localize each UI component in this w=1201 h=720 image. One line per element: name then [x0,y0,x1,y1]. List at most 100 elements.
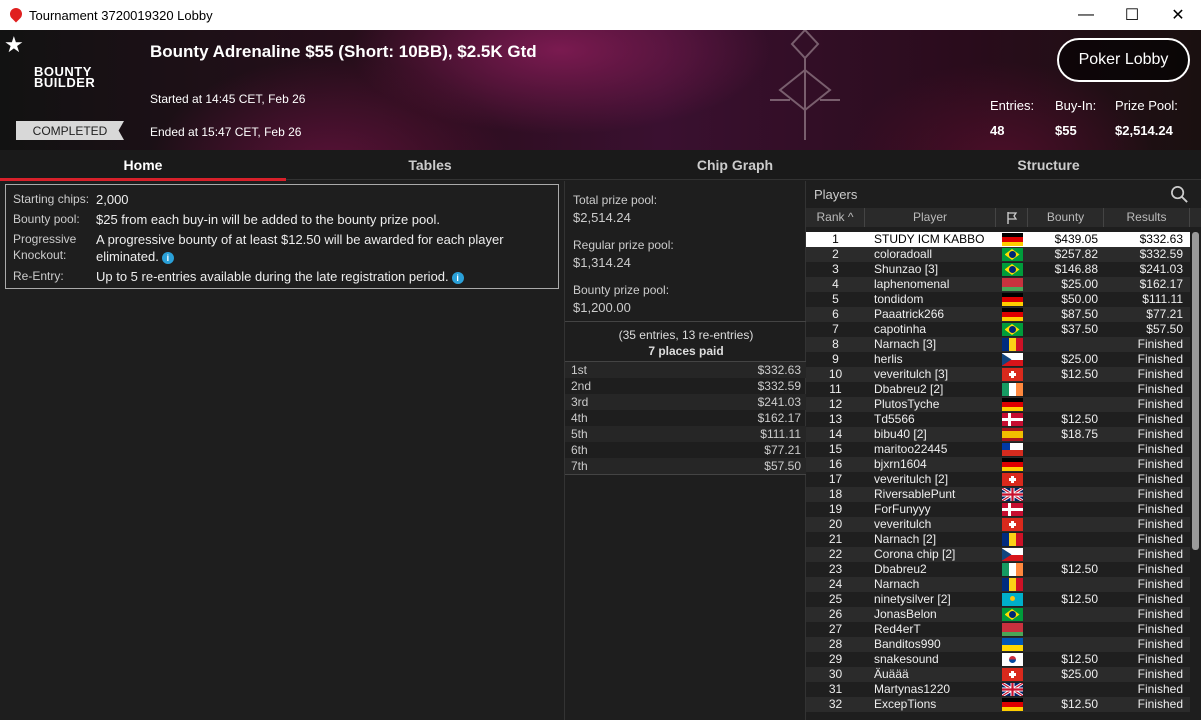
player-row[interactable]: 6 Paaatrick266 $87.50 $77.21 [806,307,1190,322]
player-rank: 30 [828,667,843,681]
player-bounty: $12.50 [1061,562,1098,576]
player-result: Finished [1137,577,1183,591]
column-country[interactable] [996,208,1028,227]
player-row[interactable]: 7 capotinha $37.50 $57.50 [806,322,1190,337]
player-bounty [1028,637,1104,652]
payout-amount: $57.50 [764,459,801,473]
tab-home[interactable]: Home [0,150,286,181]
starting-chips-label: Starting chips: [13,192,90,206]
player-name: tondidom [874,292,924,306]
player-name: STUDY ICM KABBO [874,232,985,246]
player-row[interactable]: 4 laphenomenal $25.00 $162.17 [806,277,1190,292]
player-name: Dbabreu2 [2] [874,382,944,396]
player-row[interactable]: 1 STUDY ICM KABBO $439.05 $332.63 [806,232,1190,247]
end-time: Ended at 15:47 CET, Feb 26 [150,125,302,139]
column-rank[interactable]: Rank ^ [806,208,865,227]
flag-br-icon [1001,323,1023,336]
flag-br-icon [1001,263,1023,276]
flag-by-icon [1001,278,1023,291]
payout-amount: $77.21 [764,443,801,457]
flag-kz-icon [1001,593,1023,606]
search-icon[interactable] [1170,185,1189,204]
maximize-button[interactable]: ☐ [1109,0,1155,30]
tab-chip-graph[interactable]: Chip Graph [574,150,896,180]
player-result: Finished [1137,592,1183,606]
player-row[interactable]: 27 Red4erT Finished [806,622,1190,637]
player-row[interactable]: 20 veveritulch Finished [806,517,1190,532]
players-scrollbar[interactable] [1192,232,1199,550]
player-result: Finished [1137,412,1183,426]
poker-lobby-button[interactable]: Poker Lobby [1057,38,1190,82]
player-result: Finished [1137,472,1183,486]
flag-gb-icon [1001,683,1023,696]
column-player[interactable]: Player [865,208,996,227]
player-row[interactable]: 8 Narnach [3] Finished [806,337,1190,352]
player-row[interactable]: 31 Martynas1220 Finished [806,682,1190,697]
player-row[interactable]: 30 Äuäää $25.00 Finished [806,667,1190,682]
player-row[interactable]: 13 Td5566 $12.50 Finished [806,412,1190,427]
player-bounty: $25.00 [1061,667,1098,681]
column-bounty[interactable]: Bounty [1028,208,1104,227]
player-rank: 32 [828,697,843,711]
player-bounty: $12.50 [1061,592,1098,606]
player-result: Finished [1137,622,1183,636]
payout-row: 2nd $332.59 [565,378,807,394]
player-row[interactable]: 18 RiversablePunt Finished [806,487,1190,502]
tournament-banner: ★ BOUNTY BUILDER Bounty Adrenaline $55 (… [0,30,1201,150]
player-row[interactable]: 19 ForFunyyy Finished [806,502,1190,517]
flag-ro-icon [1001,338,1023,351]
close-button[interactable]: ✕ [1155,0,1201,30]
flag-gb-icon [1001,488,1023,501]
player-row[interactable]: 12 PlutosTyche Finished [806,397,1190,412]
player-result: $77.21 [1146,307,1183,321]
player-bounty [1028,577,1104,592]
player-row[interactable]: 28 Banditos990 Finished [806,637,1190,652]
player-bounty [1028,337,1104,352]
player-row[interactable]: 17 veveritulch [2] Finished [806,472,1190,487]
player-row[interactable]: 25 ninetysilver [2] $12.50 Finished [806,592,1190,607]
regular-prize-value: $1,314.24 [573,255,631,270]
player-bounty: $25.00 [1061,277,1098,291]
player-row[interactable]: 29 snakesound $12.50 Finished [806,652,1190,667]
player-row[interactable]: 32 ExcepTions $12.50 Finished [806,697,1190,712]
player-rank: 9 [832,352,839,366]
players-list: 1 STUDY ICM KABBO $439.05 $332.63 2 coloradoa… [806,232,1190,712]
player-row[interactable]: 24 Narnach Finished [806,577,1190,592]
minimize-button[interactable]: — [1063,0,1109,30]
player-row[interactable]: 10 veveritulch [3] $12.50 Finished [806,367,1190,382]
player-result: Finished [1137,397,1183,411]
player-row[interactable]: 14 bibu40 [2] $18.75 Finished [806,427,1190,442]
info-icon[interactable]: i [161,251,174,264]
player-row[interactable]: 11 Dbabreu2 [2] Finished [806,382,1190,397]
player-result: Finished [1137,652,1183,666]
entries-summary: (35 entries, 13 re-entries) 7 places pai… [565,321,807,362]
player-bounty [1028,382,1104,397]
player-row[interactable]: 9 herlis $25.00 Finished [806,352,1190,367]
player-name: Äuäää [874,667,909,681]
player-rank: 19 [828,502,843,516]
player-row[interactable]: 22 Corona chip [2] Finished [806,547,1190,562]
player-rank: 31 [828,682,843,696]
player-rank: 22 [828,547,843,561]
column-results[interactable]: Results [1104,208,1190,227]
tab-tables[interactable]: Tables [286,150,574,180]
flag-cl-icon [1001,443,1023,456]
player-row[interactable]: 26 JonasBelon Finished [806,607,1190,622]
player-row[interactable]: 21 Narnach [2] Finished [806,532,1190,547]
player-row[interactable]: 23 Dbabreu2 $12.50 Finished [806,562,1190,577]
player-bounty [1028,682,1104,697]
player-row[interactable]: 5 tondidom $50.00 $111.11 [806,292,1190,307]
player-row[interactable]: 2 coloradoall $257.82 $332.59 [806,247,1190,262]
player-name: RiversablePunt [874,487,956,501]
flag-ie-icon [1001,383,1023,396]
player-row[interactable]: 3 Shunzao [3] $146.88 $241.03 [806,262,1190,277]
tab-structure[interactable]: Structure [896,150,1201,180]
player-row[interactable]: 15 maritoo22445 Finished [806,442,1190,457]
info-icon[interactable]: i [451,271,464,284]
bounty-pool-label: Bounty pool: [13,212,80,226]
bounty-pool-value: $25 from each buy-in will be added to th… [96,212,440,227]
favorite-star-icon[interactable]: ★ [4,32,24,58]
player-row[interactable]: 16 bjxrn1604 Finished [806,457,1190,472]
payout-row: 6th $77.21 [565,442,807,458]
player-rank: 23 [828,562,843,576]
